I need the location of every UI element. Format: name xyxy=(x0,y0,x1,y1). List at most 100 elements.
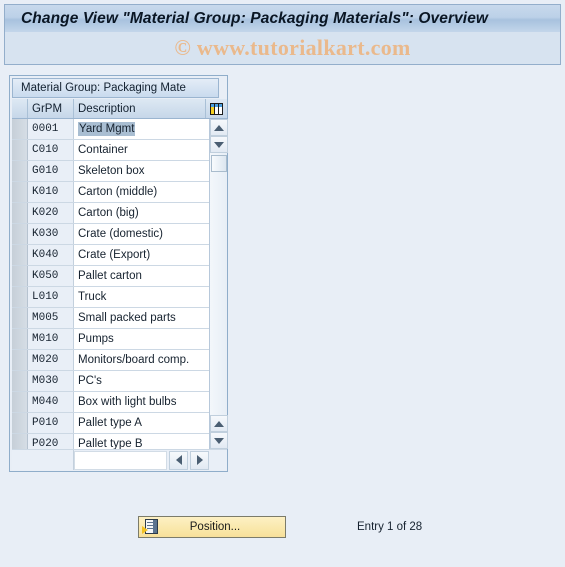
row-select-cell[interactable] xyxy=(12,413,28,433)
row-select-cell[interactable] xyxy=(12,287,28,307)
table-row[interactable]: C010 Container xyxy=(12,140,209,161)
row-select-cell[interactable] xyxy=(12,266,28,286)
row-select-cell[interactable] xyxy=(12,119,28,139)
table-row[interactable]: P010 Pallet type A xyxy=(12,413,209,434)
grid-body: 0001 Yard Mgmt C010 Container G010 Skeleton b… xyxy=(12,119,209,449)
row-select-cell[interactable] xyxy=(12,203,28,223)
scroll-down-button-bottom[interactable] xyxy=(210,432,228,449)
cell-grpm[interactable]: 0001 xyxy=(28,119,74,139)
grid-column-settings-button[interactable] xyxy=(206,99,227,118)
grid-header-description[interactable]: Description xyxy=(74,99,206,118)
row-select-cell[interactable] xyxy=(12,392,28,412)
table-row[interactable]: M005 Small packed parts xyxy=(12,308,209,329)
cell-description[interactable]: Small packed parts xyxy=(74,308,209,328)
position-button-label: Position... xyxy=(189,521,241,533)
table-row[interactable]: K040 Crate (Export) xyxy=(12,245,209,266)
scroll-up-arrow-icon xyxy=(214,124,224,131)
cell-grpm[interactable]: G010 xyxy=(28,161,74,181)
table-row[interactable]: L010 Truck xyxy=(12,287,209,308)
cell-grpm[interactable]: L010 xyxy=(28,287,74,307)
scroll-up-button[interactable] xyxy=(210,119,228,136)
cell-description[interactable]: Container xyxy=(74,140,209,160)
cell-grpm[interactable]: P010 xyxy=(28,413,74,433)
row-select-cell[interactable] xyxy=(12,245,28,265)
row-select-cell[interactable] xyxy=(12,140,28,160)
cell-grpm[interactable]: M040 xyxy=(28,392,74,412)
cell-grpm[interactable]: K050 xyxy=(28,266,74,286)
cell-grpm[interactable]: K020 xyxy=(28,203,74,223)
cell-description[interactable]: Carton (middle) xyxy=(74,182,209,202)
watermark-text: © www.tutorialkart.com xyxy=(174,35,411,60)
cell-grpm[interactable]: K010 xyxy=(28,182,74,202)
scroll-down-arrow-icon xyxy=(214,141,224,148)
cell-grpm[interactable]: M030 xyxy=(28,371,74,391)
scroll-left-arrow-icon xyxy=(175,455,182,465)
scroll-down-arrow-icon xyxy=(214,437,224,444)
cell-description[interactable]: Monitors/board comp. xyxy=(74,350,209,370)
panel-tab-material-group[interactable]: Material Group: Packaging Mate xyxy=(12,78,219,98)
table-row[interactable]: K030 Crate (domestic) xyxy=(12,224,209,245)
table-row[interactable]: M010 Pumps xyxy=(12,329,209,350)
row-select-cell[interactable] xyxy=(12,329,28,349)
table-row[interactable]: 0001 Yard Mgmt xyxy=(12,119,209,140)
grid-footer-input[interactable] xyxy=(74,450,167,470)
row-select-cell[interactable] xyxy=(12,350,28,370)
vertical-scrollbar-thumb[interactable] xyxy=(211,155,227,172)
cell-grpm[interactable]: M020 xyxy=(28,350,74,370)
cell-description[interactable]: Pallet carton xyxy=(74,266,209,286)
cell-description[interactable]: Skeleton box xyxy=(74,161,209,181)
cell-grpm[interactable]: M010 xyxy=(28,329,74,349)
table-row[interactable]: P020 Pallet type B xyxy=(12,434,209,449)
page-title: Change View "Material Group: Packaging M… xyxy=(21,9,489,27)
vertical-scrollbar[interactable] xyxy=(209,119,228,449)
table-row[interactable]: G010 Skeleton box xyxy=(12,161,209,182)
cell-description[interactable]: PC's xyxy=(74,371,209,391)
panel-tab-label: Material Group: Packaging Mate xyxy=(21,82,186,94)
cell-description[interactable]: Yard Mgmt xyxy=(74,119,209,139)
cell-description[interactable]: Carton (big) xyxy=(74,203,209,223)
row-select-cell[interactable] xyxy=(12,161,28,181)
scroll-right-arrow-icon xyxy=(196,455,203,465)
row-select-cell[interactable] xyxy=(12,371,28,391)
row-select-cell[interactable] xyxy=(12,182,28,202)
row-select-cell[interactable] xyxy=(12,224,28,244)
cell-description[interactable]: Crate (domestic) xyxy=(74,224,209,244)
material-group-grid: GrPM Description 0001 Yard Mgmt C010 Contai… xyxy=(12,99,228,470)
cell-description[interactable]: Pallet type B xyxy=(74,434,209,449)
row-select-cell[interactable] xyxy=(12,434,28,449)
watermark-band: © www.tutorialkart.com xyxy=(4,32,561,65)
column-settings-icon xyxy=(210,102,223,115)
position-jump-icon xyxy=(142,519,159,535)
cell-description[interactable]: Pallet type A xyxy=(74,413,209,433)
table-row[interactable]: K050 Pallet carton xyxy=(12,266,209,287)
table-row[interactable]: M020 Monitors/board comp. xyxy=(12,350,209,371)
scroll-left-button[interactable] xyxy=(169,450,188,470)
cell-grpm[interactable]: C010 xyxy=(28,140,74,160)
cell-description[interactable]: Pumps xyxy=(74,329,209,349)
grid-header-grpm-label: GrPM xyxy=(32,102,63,115)
cell-grpm[interactable]: P020 xyxy=(28,434,74,449)
table-row[interactable]: M030 PC's xyxy=(12,371,209,392)
cell-description[interactable]: Crate (Export) xyxy=(74,245,209,265)
window-title-bar: Change View "Material Group: Packaging M… xyxy=(4,4,561,32)
cell-description[interactable]: Box with light bulbs xyxy=(74,392,209,412)
scroll-up-arrow-icon xyxy=(214,420,224,427)
row-select-cell[interactable] xyxy=(12,308,28,328)
grid-footer xyxy=(12,449,227,470)
scroll-up-button-bottom[interactable] xyxy=(210,415,228,432)
grid-header-grpm[interactable]: GrPM xyxy=(28,99,74,118)
table-row[interactable]: K020 Carton (big) xyxy=(12,203,209,224)
position-button[interactable]: Position... xyxy=(138,516,286,538)
scroll-right-button[interactable] xyxy=(190,450,209,470)
scroll-down-button[interactable] xyxy=(210,136,228,153)
cell-description-text: Yard Mgmt xyxy=(78,122,136,136)
cell-description[interactable]: Truck xyxy=(74,287,209,307)
grid-header-row: GrPM Description xyxy=(12,99,227,119)
cell-grpm[interactable]: M005 xyxy=(28,308,74,328)
table-row[interactable]: K010 Carton (middle) xyxy=(12,182,209,203)
cell-grpm[interactable]: K040 xyxy=(28,245,74,265)
grid-header-select-all[interactable] xyxy=(12,99,28,118)
table-row[interactable]: M040 Box with light bulbs xyxy=(12,392,209,413)
entry-status-text: Entry 1 of 28 xyxy=(357,521,423,533)
cell-grpm[interactable]: K030 xyxy=(28,224,74,244)
